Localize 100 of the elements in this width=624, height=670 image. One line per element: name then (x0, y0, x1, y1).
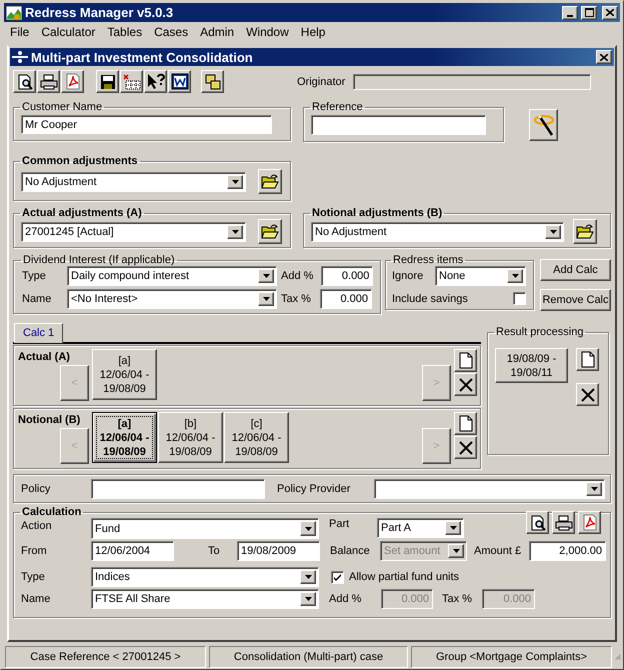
field-label: Action (21, 520, 53, 532)
print-button[interactable] (37, 70, 60, 93)
new-page-icon (580, 351, 594, 368)
dropdown-field[interactable]: Part A (377, 518, 464, 538)
group-label: Calculation (21, 506, 82, 518)
checkmark-icon (334, 574, 341, 580)
action-button[interactable]: Add Calc (540, 259, 611, 281)
status-text: Consolidation (Multi-part) case (209, 646, 408, 668)
caret-icon (232, 180, 238, 184)
period-button[interactable]: [c] 12/06/04 - 19/08/09 (224, 412, 289, 463)
delete-grid-icon (122, 74, 140, 90)
open-button[interactable] (573, 219, 597, 244)
dropdown-field[interactable]: Fund (91, 518, 319, 539)
period-button[interactable]: [a] 12/06/04 - 19/08/09 (92, 412, 157, 463)
input-field[interactable]: 19/08/2009 (237, 541, 320, 561)
group-label: Result processing (495, 326, 584, 338)
dropdown-field[interactable]: No Adjustment (311, 222, 564, 242)
field-label: Allow partial fund units (349, 571, 460, 583)
checkbox[interactable] (513, 292, 526, 305)
menu-item[interactable]: Help (294, 25, 332, 39)
tab[interactable]: Calc 1 (14, 323, 64, 343)
help-pointer-icon (146, 73, 164, 90)
field-label: Amount £ (474, 545, 522, 557)
save-button[interactable] (96, 70, 119, 93)
field-label: Part (329, 518, 350, 530)
dropdown-field[interactable]: No Adjustment (21, 172, 246, 192)
preview-button[interactable] (526, 511, 549, 534)
new-button[interactable] (454, 412, 477, 435)
field-label: Tax % (281, 293, 311, 305)
field-label: Add % (281, 270, 314, 282)
dropdown-field[interactable]: FTSE All Share (91, 589, 319, 609)
dropdown-field[interactable]: Daily compound interest (67, 266, 277, 286)
help-button[interactable] (144, 70, 167, 93)
period-button[interactable]: 19/08/09 - 19/08/11 (495, 348, 568, 383)
delete-button[interactable] (120, 70, 143, 93)
menu-item[interactable]: Window (240, 25, 295, 39)
input-field[interactable] (311, 115, 486, 135)
menu-item[interactable]: Calculator (35, 25, 102, 39)
document-icon (170, 73, 188, 90)
pdf-button[interactable] (578, 511, 601, 534)
menu-item[interactable]: Admin (194, 25, 240, 39)
print-icon (40, 74, 58, 90)
input-field[interactable] (91, 478, 265, 498)
close-icon (600, 54, 608, 60)
input-field[interactable]: Mr Cooper (21, 115, 272, 134)
close-icon (606, 9, 614, 16)
input-field[interactable]: 0.000 (321, 266, 374, 286)
windows-button[interactable] (201, 70, 224, 93)
field-label: Add % (329, 593, 362, 605)
field-label: From (21, 545, 48, 557)
dropdown-field[interactable]: Indices (91, 567, 319, 587)
dropdown-field[interactable]: <No Interest> (67, 289, 277, 309)
delete-button[interactable] (576, 383, 599, 406)
wizard-button[interactable] (529, 109, 558, 141)
maximize-button[interactable] (581, 6, 597, 20)
word-button[interactable] (168, 70, 191, 93)
caret-icon (304, 526, 312, 530)
delete-icon (580, 386, 596, 402)
dropdown-field[interactable] (374, 478, 605, 498)
input-field[interactable]: 12/06/2004 (91, 541, 174, 561)
window-title: Redress Manager v5.0.3 (25, 5, 174, 20)
caret-icon (262, 297, 270, 301)
input-field[interactable]: 2,000.00 (529, 541, 606, 561)
preview-button[interactable] (13, 70, 36, 93)
new-button[interactable] (454, 349, 477, 372)
open-button[interactable] (258, 219, 282, 244)
input-field[interactable]: 0.000 (320, 289, 372, 309)
action-button[interactable]: Remove Calc (540, 289, 611, 311)
field-label: Originator (297, 76, 346, 88)
period-button[interactable]: [b] 12/06/04 - 19/08/09 (158, 412, 223, 463)
minimize-button[interactable] (562, 6, 578, 20)
print-icon (554, 514, 572, 530)
open-button[interactable] (258, 169, 282, 194)
preview-icon (530, 514, 546, 530)
new-button[interactable] (576, 348, 599, 371)
pdf-button[interactable] (61, 70, 84, 93)
menu-item[interactable]: Tables (101, 25, 148, 39)
checkbox[interactable] (331, 570, 344, 584)
menu-item[interactable]: File (4, 25, 36, 39)
minimize-icon (567, 14, 573, 16)
close-button[interactable] (596, 50, 612, 64)
dropdown-field[interactable]: 27001245 [Actual] (21, 222, 246, 242)
section-label: Actual (A) (18, 351, 71, 363)
divide-icon (12, 50, 28, 64)
delete-button[interactable] (454, 373, 477, 396)
caret-icon (304, 575, 312, 579)
maximize-icon (584, 8, 594, 17)
field-label: To (208, 545, 221, 557)
group-label: Redress items (392, 254, 464, 266)
dropdown-field[interactable]: None (435, 266, 526, 286)
print-button[interactable] (552, 511, 575, 534)
group-label: Notional adjustments (B) (311, 207, 444, 219)
field-label: Policy (21, 482, 52, 494)
close-button[interactable] (602, 6, 618, 20)
menu-item[interactable]: Cases (148, 25, 194, 39)
delete-button[interactable] (454, 436, 477, 459)
period-button[interactable]: [a] 12/06/04 - 19/08/09 (92, 349, 157, 400)
caret-icon (590, 486, 598, 490)
caret-icon (452, 549, 460, 553)
section-label: Notional (B) (18, 414, 82, 426)
